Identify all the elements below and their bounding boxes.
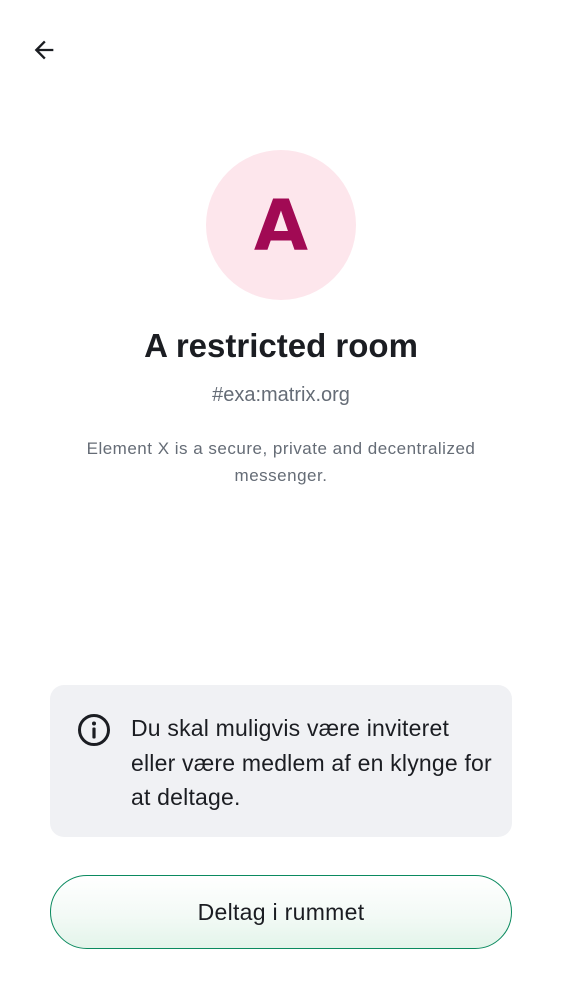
join-restriction-notice: Du skal muligvis være inviteret eller væ… <box>50 685 512 837</box>
room-alias: #exa:matrix.org <box>212 384 350 406</box>
room-name: A restricted room <box>144 327 418 364</box>
back-button[interactable] <box>20 26 68 74</box>
room-avatar-initial: A <box>253 185 309 267</box>
join-room-button[interactable]: Deltag i rummet <box>50 875 512 949</box>
info-icon <box>76 712 112 748</box>
join-room-button-label: Deltag i rummet <box>197 898 365 925</box>
notice-text: Du skal muligvis være inviteret eller væ… <box>131 715 492 810</box>
room-avatar: A <box>206 150 356 300</box>
join-room-screen: A A restricted room #exa:matrix.org Elem… <box>0 0 562 1000</box>
arrow-left-icon <box>30 36 58 64</box>
room-topic: Element X is a secure, private and decen… <box>86 439 476 485</box>
